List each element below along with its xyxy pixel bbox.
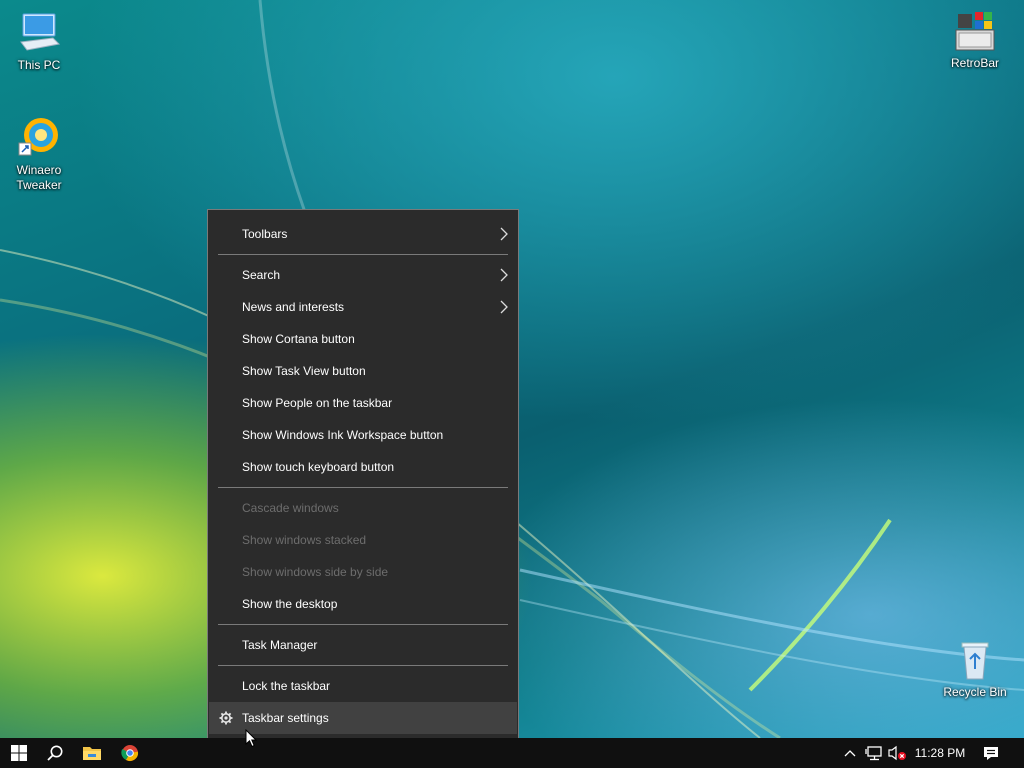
search-button[interactable] [36, 738, 74, 768]
mouse-cursor-icon [245, 729, 257, 748]
menu-item-label: Show People on the taskbar [242, 396, 393, 410]
menu-separator [218, 665, 508, 666]
volume-tray-button[interactable] [886, 738, 908, 768]
network-icon [865, 746, 882, 761]
menu-item-label: Show Task View button [242, 364, 366, 378]
menu-separator [218, 254, 508, 255]
chevron-right-icon [500, 300, 508, 314]
menu-item-show-task-view-button[interactable]: Show Task View button [209, 355, 517, 387]
menu-item-label: News and interests [242, 300, 345, 314]
file-explorer-button[interactable] [73, 738, 111, 768]
menu-item-label: Show Windows Ink Workspace button [242, 428, 444, 442]
menu-item-label: Show the desktop [242, 597, 338, 611]
action-center-button[interactable] [978, 738, 1004, 768]
menu-item-label: Cascade windows [242, 501, 339, 515]
this-pc-icon [17, 10, 61, 54]
desktop-icon-label: Winaero Tweaker [16, 163, 62, 192]
menu-item-cascade-windows: Cascade windows [209, 492, 517, 524]
taskbar-context-menu: Toolbars Search News and interests Show … [207, 209, 519, 742]
menu-item-search[interactable]: Search [209, 259, 517, 291]
chevron-right-icon [500, 227, 508, 241]
start-button[interactable] [0, 738, 38, 768]
recycle-bin-icon [953, 637, 997, 681]
menu-item-show-windows-ink[interactable]: Show Windows Ink Workspace button [209, 419, 517, 451]
volume-muted-icon [888, 745, 906, 761]
chevron-right-icon [500, 268, 508, 282]
desktop-icon-label: RetroBar [950, 56, 1000, 70]
menu-separator [218, 487, 508, 488]
menu-item-show-windows-stacked: Show windows stacked [209, 524, 517, 556]
menu-item-label: Search [242, 268, 281, 282]
network-tray-button[interactable] [863, 738, 885, 768]
file-explorer-icon [83, 747, 101, 760]
menu-item-label: Show windows side by side [242, 565, 389, 579]
menu-item-lock-the-taskbar[interactable]: Lock the taskbar [209, 670, 517, 702]
menu-item-label: Taskbar settings [242, 711, 329, 725]
chrome-button[interactable] [111, 738, 149, 768]
menu-item-label: Task Manager [242, 638, 318, 652]
chrome-icon [121, 745, 139, 761]
gear-icon [219, 711, 233, 725]
menu-item-task-manager[interactable]: Task Manager [209, 629, 517, 661]
menu-item-toolbars[interactable]: Toolbars [209, 218, 517, 250]
show-hidden-icons-button[interactable] [840, 738, 860, 768]
menu-item-label: Show touch keyboard button [242, 460, 395, 474]
menu-item-show-the-desktop[interactable]: Show the desktop [209, 588, 517, 620]
menu-item-label: Lock the taskbar [242, 679, 331, 693]
desktop-icon-winaero-tweaker[interactable]: Winaero Tweaker [1, 115, 77, 193]
menu-item-show-people[interactable]: Show People on the taskbar [209, 387, 517, 419]
menu-separator [218, 624, 508, 625]
menu-item-label: Toolbars [242, 227, 288, 241]
winaero-tweaker-icon [17, 115, 61, 159]
desktop-icon-retrobar[interactable]: RetroBar [937, 8, 1013, 71]
menu-item-show-touch-keyboard[interactable]: Show touch keyboard button [209, 451, 517, 483]
chevron-up-icon [844, 750, 856, 757]
retrobar-icon [953, 8, 997, 52]
menu-item-news-and-interests[interactable]: News and interests [209, 291, 517, 323]
desktop-icon-label: Recycle Bin [943, 685, 1007, 699]
menu-item-show-cortana-button[interactable]: Show Cortana button [209, 323, 517, 355]
action-center-icon [984, 746, 998, 760]
desktop-icon-this-pc[interactable]: This PC [1, 10, 77, 73]
desktop-icon-recycle-bin[interactable]: Recycle Bin [937, 637, 1013, 700]
clock[interactable]: 11:28 PM [910, 738, 970, 768]
search-icon [47, 745, 63, 761]
taskbar[interactable]: 11:28 PM [0, 738, 1024, 768]
menu-item-label: Show windows stacked [242, 533, 367, 547]
menu-item-label: Show Cortana button [242, 332, 355, 346]
menu-item-show-windows-side-by-side: Show windows side by side [209, 556, 517, 588]
windows-logo-icon [11, 745, 27, 761]
desktop-icon-label: This PC [17, 58, 61, 72]
